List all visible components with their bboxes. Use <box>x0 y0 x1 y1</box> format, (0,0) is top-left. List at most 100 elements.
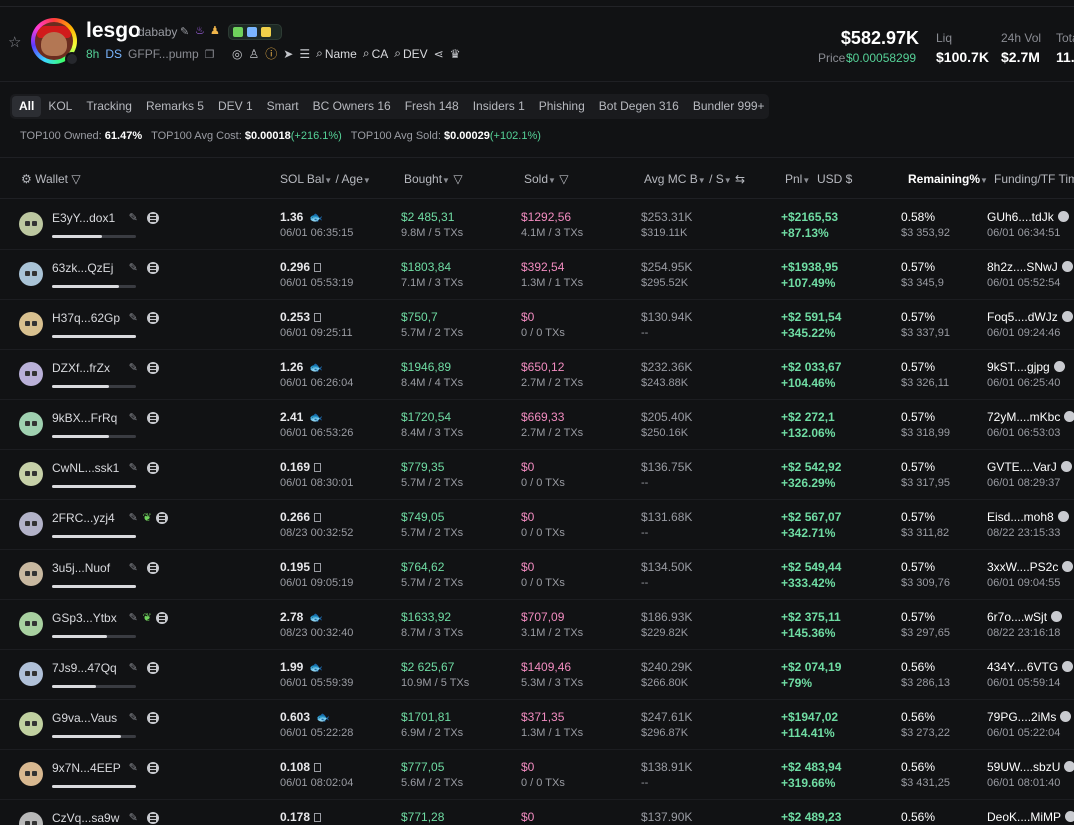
bought-column-header[interactable]: Bought▼ ▽ <box>404 172 463 186</box>
wallet-menu-icon[interactable] <box>146 712 159 724</box>
edit-icon[interactable]: ✎ <box>129 711 138 724</box>
pnl-column-header[interactable]: Pnl▼ USD $ <box>785 172 852 186</box>
edit-icon[interactable]: ✎ <box>180 25 189 38</box>
table-row[interactable]: 9x7N...4EEP ✎ 0.108 06/01 08:02:04 $777,… <box>0 750 1074 800</box>
wallet-address[interactable]: G9va...Vaus <box>52 711 117 725</box>
wallet-address[interactable]: DZXf...frZx <box>52 361 110 375</box>
star-icon[interactable]: ☆ <box>8 33 21 51</box>
funding-wallet[interactable]: 9kST....gjpg <box>987 360 1065 374</box>
edit-icon[interactable]: ✎ <box>129 761 138 774</box>
table-row[interactable]: G9va...Vaus ✎ 0.603 🐟 06/01 05:22:28 $170… <box>0 700 1074 750</box>
edit-icon[interactable]: ✎ <box>129 361 138 374</box>
telegram-icon[interactable]: ➤ <box>283 47 293 61</box>
edit-icon[interactable]: ✎ <box>129 561 138 574</box>
table-row[interactable]: 2FRC...yzj4 ✎ ❦ 0.266 08/23 00:32:52 $74… <box>0 500 1074 550</box>
table-row[interactable]: GSp3...Ytbx ✎ ❦ 2.78 🐟 08/23 00:32:40 $16… <box>0 600 1074 650</box>
wallet-menu-icon[interactable] <box>146 312 159 324</box>
copy-icon[interactable]: ❐ <box>205 48 215 61</box>
edit-icon[interactable]: ✎ <box>129 461 138 474</box>
menu-icon[interactable]: ☰ <box>299 47 310 61</box>
wallet-address[interactable]: E3yY...dox1 <box>52 211 115 225</box>
funding-wallet[interactable]: 72yM....mKbc <box>987 410 1074 424</box>
wallet-menu-icon[interactable] <box>146 762 159 774</box>
user-icon[interactable]: ♙ <box>248 47 259 61</box>
wallet-menu-icon[interactable] <box>146 362 159 374</box>
contract-address[interactable]: GFPF...pump <box>128 47 199 61</box>
wallet-menu-icon[interactable] <box>146 462 159 474</box>
funding-wallet[interactable]: 3xxW....PS2c <box>987 560 1074 574</box>
funding-wallet[interactable]: DeoK....MiMP <box>987 810 1074 824</box>
funding-wallet[interactable]: GUh6....tdJk <box>987 210 1069 224</box>
dexscreener-badge[interactable]: DS <box>105 47 122 61</box>
tab-kol[interactable]: KOL <box>41 96 79 117</box>
wallet-menu-icon[interactable] <box>146 812 159 824</box>
tab-smart[interactable]: Smart <box>260 96 306 117</box>
funding-wallet[interactable]: 434Y....6VTG <box>987 660 1074 674</box>
wallet-address[interactable]: 2FRC...yzj4 <box>52 511 115 525</box>
share-icon[interactable]: ⋖ <box>434 47 444 61</box>
tab-tracking[interactable]: Tracking <box>79 96 139 117</box>
funding-wallet[interactable]: Foq5....dWJz <box>987 310 1073 324</box>
tab-bot[interactable]: Bot Degen 316 <box>592 96 686 117</box>
wallet-menu-icon[interactable] <box>146 662 159 674</box>
wallet-menu-icon[interactable] <box>146 412 159 424</box>
wallet-address[interactable]: CwNL...ssk1 <box>52 461 119 475</box>
tab-fresh[interactable]: Fresh 148 <box>398 96 466 117</box>
tab-bc[interactable]: BC Owners 16 <box>306 96 398 117</box>
tab-all[interactable]: All <box>12 96 42 117</box>
tab-phishing[interactable]: Phishing <box>532 96 592 117</box>
table-row[interactable]: 3u5j...Nuof ✎ 0.195 06/01 09:05:19 $764,… <box>0 550 1074 600</box>
wallet-menu-icon[interactable] <box>155 612 168 624</box>
edit-icon[interactable]: ✎ <box>129 311 138 324</box>
tab-remarks[interactable]: Remarks 5 <box>139 96 211 117</box>
edit-icon[interactable]: ✎ <box>129 211 138 224</box>
token-avatar[interactable] <box>31 18 79 66</box>
sol-bal-column-header[interactable]: SOL Bal▼ / Age▼ <box>280 172 371 186</box>
wallet-address[interactable]: 63zk...QzEj <box>52 261 113 275</box>
tab-insiders[interactable]: Insiders 1 <box>466 96 532 117</box>
wallet-menu-icon[interactable] <box>146 562 159 574</box>
wallet-address[interactable]: 3u5j...Nuof <box>52 561 110 575</box>
wallet-address[interactable]: 9x7N...4EEP <box>52 761 121 775</box>
search-dev-button[interactable]: ⌕ DEV <box>394 46 427 61</box>
funding-wallet[interactable]: Eisd....moh8 <box>987 510 1069 524</box>
wallet-menu-icon[interactable] <box>146 262 159 274</box>
table-row[interactable]: CzVq...sa9w ✎ 0.178 $771,28 $0 $137.90K … <box>0 800 1074 825</box>
table-row[interactable]: DZXf...frZx ✎ 1.26 🐟 06/01 06:26:04 $1946… <box>0 350 1074 400</box>
edit-icon[interactable]: ✎ <box>129 811 138 824</box>
edit-icon[interactable]: ✎ <box>129 661 138 674</box>
table-row[interactable]: H37q...62Gp ✎ 0.253 06/01 09:25:11 $750,… <box>0 300 1074 350</box>
crown-icon[interactable]: ♛ <box>450 47 461 61</box>
table-row[interactable]: 9kBX...FrRq ✎ 2.41 🐟 06/01 06:53:26 $1720… <box>0 400 1074 450</box>
wallet-column-header[interactable]: ⚙ Wallet ▽ <box>21 172 81 186</box>
funding-wallet[interactable]: 79PG....2iMs <box>987 710 1072 724</box>
table-row[interactable]: 63zk...QzEj ✎ 0.296 06/01 05:53:19 $1803… <box>0 250 1074 300</box>
wallet-address[interactable]: GSp3...Ytbx <box>52 611 117 625</box>
table-row[interactable]: CwNL...ssk1 ✎ 0.169 06/01 08:30:01 $779,… <box>0 450 1074 500</box>
sold-column-header[interactable]: Sold▼ ▽ <box>524 172 569 186</box>
edit-icon[interactable]: ✎ <box>129 411 138 424</box>
wallet-menu-icon[interactable] <box>155 512 168 524</box>
funding-wallet[interactable]: 8h2z....SNwJ <box>987 260 1073 274</box>
funding-wallet[interactable]: 6r7o....wSjt <box>987 610 1063 624</box>
edit-icon[interactable]: ✎ <box>129 261 138 274</box>
funding-wallet[interactable]: GVTE....VarJ <box>987 460 1072 474</box>
wallet-address[interactable]: CzVq...sa9w <box>52 811 119 825</box>
tab-dev[interactable]: DEV 1 <box>211 96 260 117</box>
table-row[interactable]: E3yY...dox1 ✎ 1.36 🐟 06/01 06:35:15 $2 48… <box>0 200 1074 250</box>
search-ca-button[interactable]: ⌕ CA <box>363 46 388 61</box>
edit-icon[interactable]: ✎ <box>129 611 138 624</box>
remaining-column-header[interactable]: Remaining%▼ <box>908 172 988 186</box>
funding-column-header[interactable]: Funding/TF Tim <box>994 172 1074 186</box>
wallet-menu-icon[interactable] <box>146 212 159 224</box>
globe-icon[interactable]: ◎ <box>232 47 242 61</box>
warning-icon[interactable]: ⓘ <box>265 45 277 62</box>
funding-wallet[interactable]: 59UW....sbzU <box>987 760 1074 774</box>
wallet-address[interactable]: 7Js9...47Qq <box>52 661 117 675</box>
wallet-address[interactable]: 9kBX...FrRq <box>52 411 117 425</box>
tab-bundler[interactable]: Bundler 999+ <box>686 96 772 117</box>
avg-mc-column-header[interactable]: Avg MC B▼ / S▼ ⇆ <box>644 172 745 186</box>
table-row[interactable]: 7Js9...47Qq ✎ 1.99 🐟 06/01 05:59:39 $2 62… <box>0 650 1074 700</box>
search-name-button[interactable]: ⌕ Name <box>316 46 357 61</box>
edit-icon[interactable]: ✎ <box>129 511 138 524</box>
